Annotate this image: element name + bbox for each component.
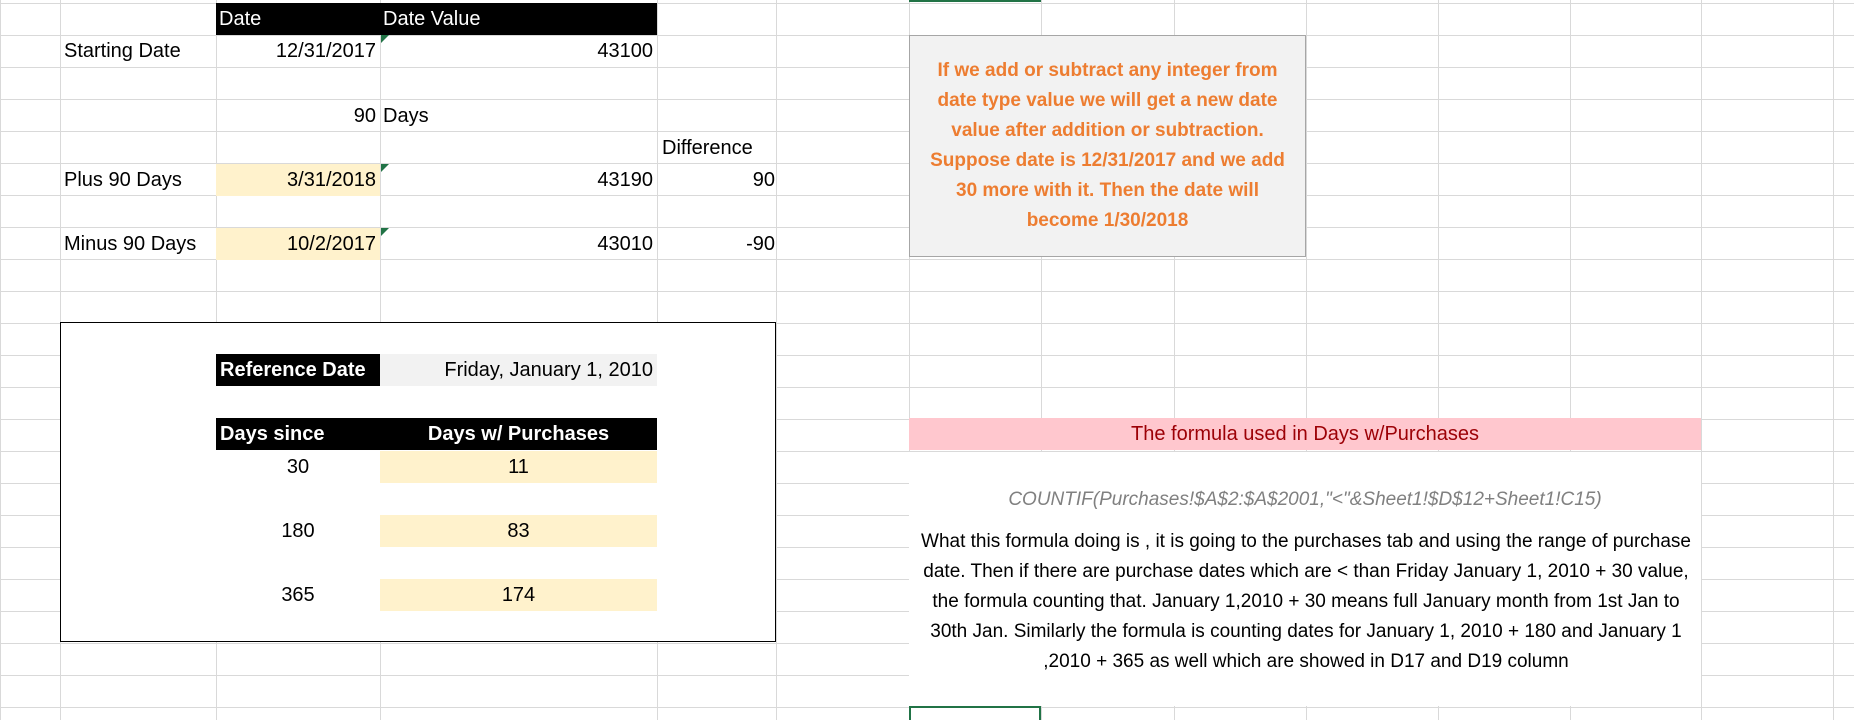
- note-textbox[interactable]: If we add or subtract any integer from d…: [909, 35, 1306, 257]
- header-date-value[interactable]: Date Value: [380, 3, 657, 35]
- offset-unit-cell[interactable]: Days: [383, 100, 429, 132]
- header-days-purchases[interactable]: Days w/ Purchases: [380, 418, 657, 450]
- starting-date-cell[interactable]: 12/31/2017: [216, 35, 376, 67]
- label-starting-date[interactable]: Starting Date: [64, 35, 181, 67]
- minus-date-cell[interactable]: 10/2/2017: [216, 228, 376, 260]
- plus-date-cell[interactable]: 3/31/2018: [216, 164, 376, 196]
- days-purchases-cell[interactable]: 83: [380, 515, 657, 547]
- reference-date-value[interactable]: Friday, January 1, 2010: [380, 354, 653, 386]
- header-days-since[interactable]: Days since: [216, 418, 380, 450]
- days-purchases-cell[interactable]: 11: [380, 451, 657, 483]
- error-indicator: [381, 35, 389, 43]
- starting-date-value-cell[interactable]: 43100: [380, 35, 653, 67]
- reference-date-label[interactable]: Reference Date: [216, 354, 380, 386]
- note-text: If we add or subtract any integer from d…: [930, 60, 1285, 231]
- offset-number-cell[interactable]: 90: [216, 100, 376, 132]
- plus-value-cell[interactable]: 43190: [380, 164, 653, 196]
- error-indicator: [381, 228, 389, 236]
- label-plus-90[interactable]: Plus 90 Days: [64, 164, 182, 196]
- days-since-cell[interactable]: 30: [216, 451, 380, 483]
- formula-explanation[interactable]: What this formula doing is , it is going…: [912, 527, 1700, 677]
- active-cell-indicator[interactable]: [909, 706, 1041, 720]
- days-since-cell[interactable]: 365: [216, 579, 380, 611]
- difference-header[interactable]: Difference: [662, 132, 753, 164]
- days-since-cell[interactable]: 180: [216, 515, 380, 547]
- days-purchases-cell[interactable]: 174: [380, 579, 657, 611]
- minus-value-cell[interactable]: 43010: [380, 228, 653, 260]
- error-indicator: [381, 164, 389, 172]
- active-cell-indicator: [909, 0, 1041, 2]
- header-date[interactable]: Date: [216, 3, 380, 35]
- formula-text[interactable]: COUNTIF(Purchases!$A$2:$A$2001,"<"&Sheet…: [909, 484, 1701, 516]
- minus-difference-cell[interactable]: -90: [657, 228, 775, 260]
- formula-title[interactable]: The formula used in Days w/Purchases: [909, 418, 1701, 450]
- label-minus-90[interactable]: Minus 90 Days: [64, 228, 196, 260]
- plus-difference-cell[interactable]: 90: [657, 164, 775, 196]
